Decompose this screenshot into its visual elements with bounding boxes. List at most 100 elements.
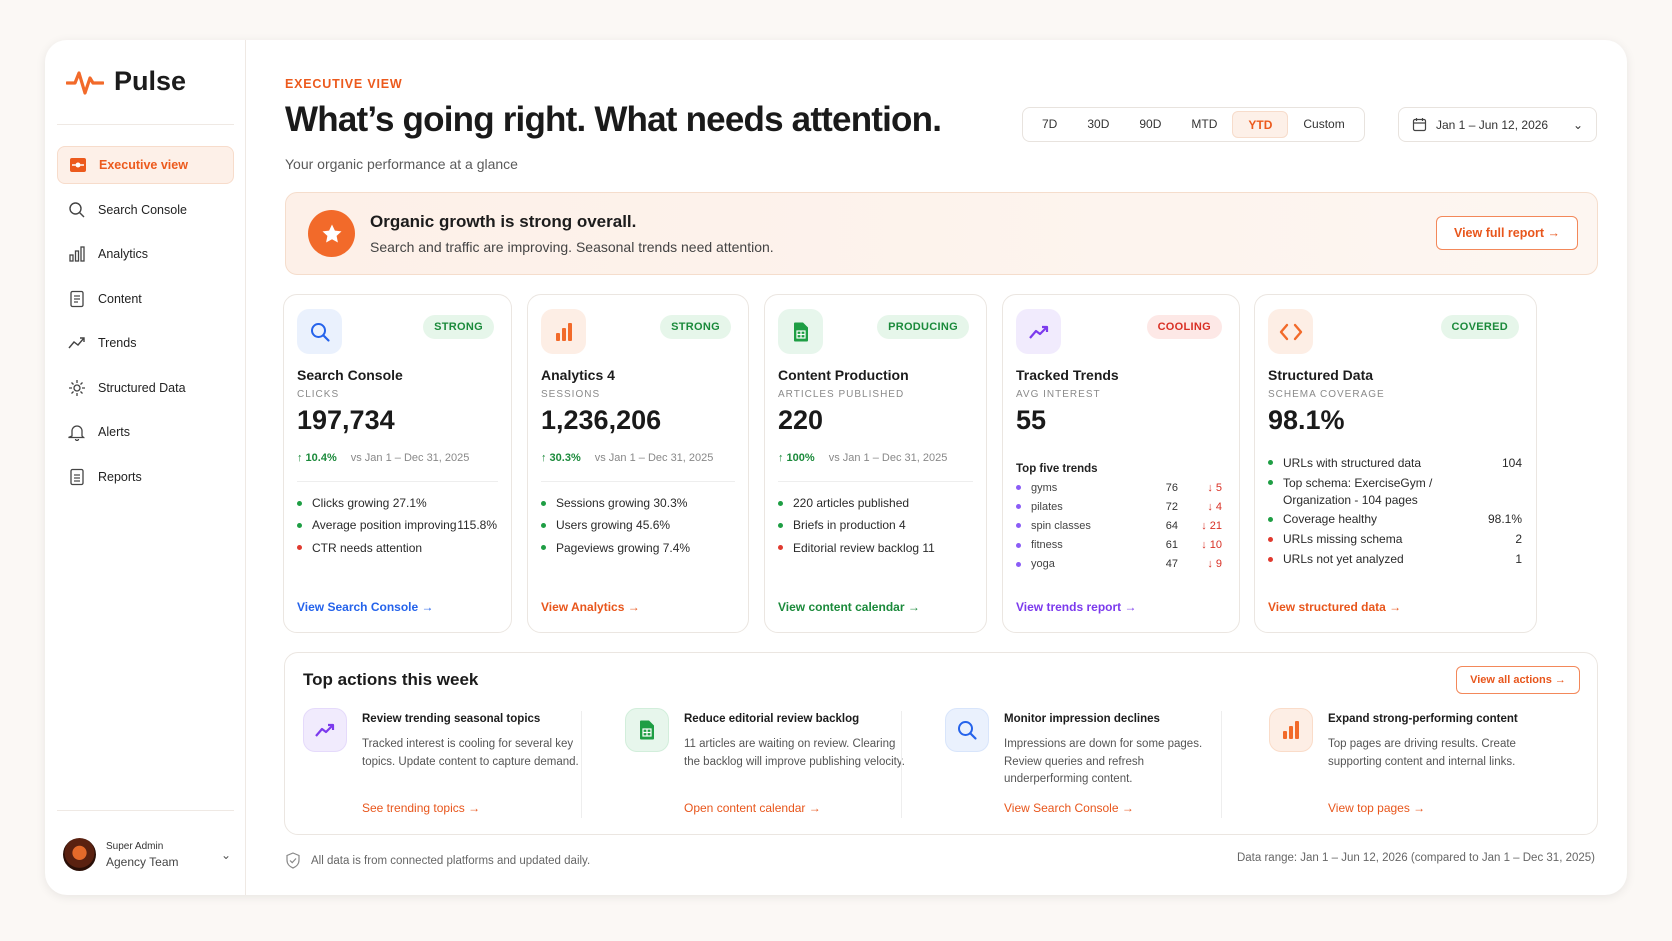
sidebar-item-label: Analytics — [98, 247, 149, 261]
view-analytics-link[interactable]: View Analytics → — [541, 600, 640, 614]
view-full-report-button[interactable]: View full report → — [1436, 216, 1578, 250]
sidebar-item-alerts[interactable]: Alerts — [57, 413, 234, 451]
footer-note: All data is from connected platforms and… — [285, 852, 590, 869]
see-trending-topics-link[interactable]: See trending topics → — [362, 801, 480, 815]
view-content-calendar-link[interactable]: View content calendar → — [778, 600, 920, 614]
metric-value: 98.1% — [1268, 405, 1345, 435]
list-item: Average position improving 115.8% — [297, 514, 497, 536]
action-text: 11 articles are waiting on review. Clear… — [684, 738, 905, 768]
list-item: URLs not yet analyzed 1 — [1268, 549, 1522, 569]
range-ytd[interactable]: YTD — [1232, 111, 1289, 138]
action-title: Review trending seasonal topics — [362, 713, 541, 725]
status-badge: COOLING — [1146, 315, 1222, 339]
metric-label: SCHEMA COVERAGE — [1268, 389, 1385, 400]
date-range-picker[interactable]: Jan 1 – Jun 12, 2026 ⌄ — [1398, 107, 1597, 142]
sidebar-item-content[interactable]: Content — [57, 280, 234, 318]
sidebar-nav: Executive view Search Console Analytics … — [57, 146, 234, 502]
report-icon — [70, 468, 84, 485]
metric-label: SESSIONS — [541, 389, 601, 400]
footer-note-text: All data is from connected platforms and… — [311, 854, 591, 867]
divider — [541, 481, 735, 482]
search-icon — [297, 309, 342, 354]
list-item: Users growing 45.6% — [541, 514, 734, 536]
open-content-calendar-link[interactable]: Open content calendar → — [684, 801, 821, 815]
list-item: pilates 72 ↓ 4 — [1016, 497, 1222, 516]
delta-value: ↑ 10.4% — [297, 452, 337, 464]
sidebar-item-reports[interactable]: Reports — [57, 458, 234, 496]
delta-compare: vs Jan 1 – Dec 31, 2025 — [828, 452, 948, 464]
structured-data-icon — [69, 379, 85, 396]
action-title: Monitor impression declines — [1004, 713, 1160, 725]
trend-up-icon — [303, 708, 347, 752]
list-item: Sessions growing 30.3% — [541, 492, 734, 514]
list-item-continued: Organization - 104 pages — [1283, 492, 1418, 507]
list-item: gyms 76 ↓ 5 — [1016, 478, 1222, 497]
bullet-list: 220 articles published Briefs in product… — [778, 492, 972, 559]
bar-chart-icon — [1269, 708, 1313, 752]
list-item: Editorial review backlog 11 — [778, 537, 972, 559]
metric-delta: ↑ 10.4% vs Jan 1 – Dec 31, 2025 — [297, 452, 469, 464]
list-item: Coverage healthy 98.1% — [1268, 509, 1522, 529]
range-90d[interactable]: 90D — [1124, 111, 1176, 138]
user-menu[interactable]: Super Admin Agency Team ⌄ — [63, 838, 231, 871]
logo[interactable]: Pulse — [66, 66, 186, 97]
list-item: 220 articles published — [778, 492, 972, 514]
range-custom[interactable]: Custom — [1288, 111, 1359, 138]
view-structured-data-link[interactable]: View structured data → — [1268, 600, 1401, 614]
sidebar-item-structured-data[interactable]: Structured Data — [57, 369, 234, 407]
dashboard-icon — [70, 158, 86, 172]
divider — [778, 481, 973, 482]
card-title: Structured Data — [1268, 367, 1374, 383]
sidebar-item-label: Search Console — [98, 202, 187, 217]
delta-value: ↑ 100% — [778, 452, 815, 464]
banner-text: Search and traffic are improving. Season… — [370, 239, 774, 255]
sidebar-item-label: Reports — [98, 469, 142, 484]
action-text: Tracked interest is cooling for several … — [362, 738, 579, 768]
spreadsheet-icon — [625, 708, 669, 752]
bullet-list: Clicks growing 27.1% Average position im… — [297, 492, 497, 559]
page-subtitle: Your organic performance at a glance — [285, 156, 518, 172]
page-eyebrow: EXECUTIVE VIEW — [285, 77, 403, 91]
range-mtd[interactable]: MTD — [1176, 111, 1232, 138]
divider — [297, 481, 498, 482]
document-icon — [70, 290, 84, 307]
view-search-console-link[interactable]: View Search Console → — [1004, 801, 1134, 815]
card-title: Search Console — [297, 367, 403, 383]
view-top-pages-link[interactable]: View top pages → — [1328, 801, 1425, 815]
card-title: Tracked Trends — [1016, 367, 1119, 383]
range-7d[interactable]: 7D — [1027, 111, 1072, 138]
sidebar-item-trends[interactable]: Trends — [57, 324, 234, 362]
status-badge: PRODUCING — [877, 315, 969, 339]
range-30d[interactable]: 30D — [1072, 111, 1124, 138]
metric-label: CLICKS — [297, 389, 340, 400]
view-trends-report-link[interactable]: View trends report → — [1016, 600, 1136, 614]
list-item: URLs missing schema 2 — [1268, 529, 1522, 549]
user-team: Agency Team — [106, 854, 179, 869]
list-item: Top schema: ExerciseGym / — [1268, 473, 1522, 490]
main-content: EXECUTIVE VIEW What’s going right. What … — [246, 40, 1627, 895]
trend-up-icon — [68, 337, 85, 349]
bar-chart-icon — [541, 309, 586, 354]
trend-up-icon — [1016, 309, 1061, 354]
divider — [57, 810, 234, 811]
range-selector: 7D 30D 90D MTD YTD Custom — [1022, 107, 1365, 142]
sidebar-item-executive-view[interactable]: Executive view — [57, 146, 234, 184]
search-icon — [69, 201, 85, 217]
calendar-icon — [1412, 118, 1427, 132]
card-title: Analytics 4 — [541, 367, 615, 383]
list-item: CTR needs attention — [297, 537, 497, 559]
bell-icon — [68, 425, 86, 441]
user-role: Super Admin — [106, 840, 164, 852]
status-badge: STRONG — [660, 315, 731, 339]
chevron-down-icon[interactable]: ⌄ — [221, 848, 231, 862]
metric-value: 220 — [778, 405, 824, 435]
list-item: yoga 47 ↓ 9 — [1016, 555, 1222, 574]
sidebar-item-search-console[interactable]: Search Console — [57, 191, 234, 229]
bullet-list: Sessions growing 30.3% Users growing 45.… — [541, 492, 734, 559]
status-badge: COVERED — [1440, 315, 1519, 339]
sidebar-item-analytics[interactable]: Analytics — [57, 235, 234, 273]
tracked-trends-card: COOLING Tracked Trends AVG INTEREST 55 T… — [1002, 294, 1240, 633]
view-search-console-link[interactable]: View Search Console → — [297, 600, 434, 614]
view-all-actions-button[interactable]: View all actions → — [1456, 666, 1580, 694]
structured-data-card: COVERED Structured Data SCHEMA COVERAGE … — [1254, 294, 1537, 633]
